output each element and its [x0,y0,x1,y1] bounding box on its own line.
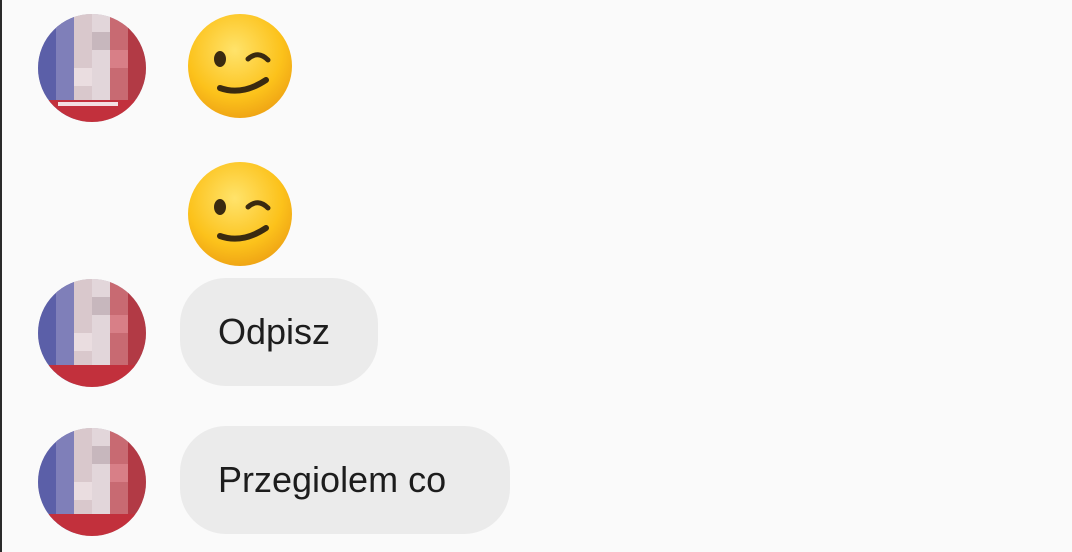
window-edge [0,0,2,552]
sender-avatar[interactable] [38,14,146,122]
sender-avatar[interactable] [38,428,146,536]
pixelated-avatar-image [38,14,146,122]
pixelated-avatar-image [38,428,146,536]
message-text: Odpisz [218,311,331,352]
sender-avatar[interactable] [38,279,146,387]
winking-face-emoji[interactable] [186,12,294,120]
message-bubble[interactable]: Odpisz [180,278,378,386]
pixelated-avatar-image [38,279,146,387]
winking-face-emoji[interactable] [186,160,294,268]
message-bubble[interactable]: Przegiolem co [180,426,510,534]
message-text: Przegiolem co [218,459,447,500]
